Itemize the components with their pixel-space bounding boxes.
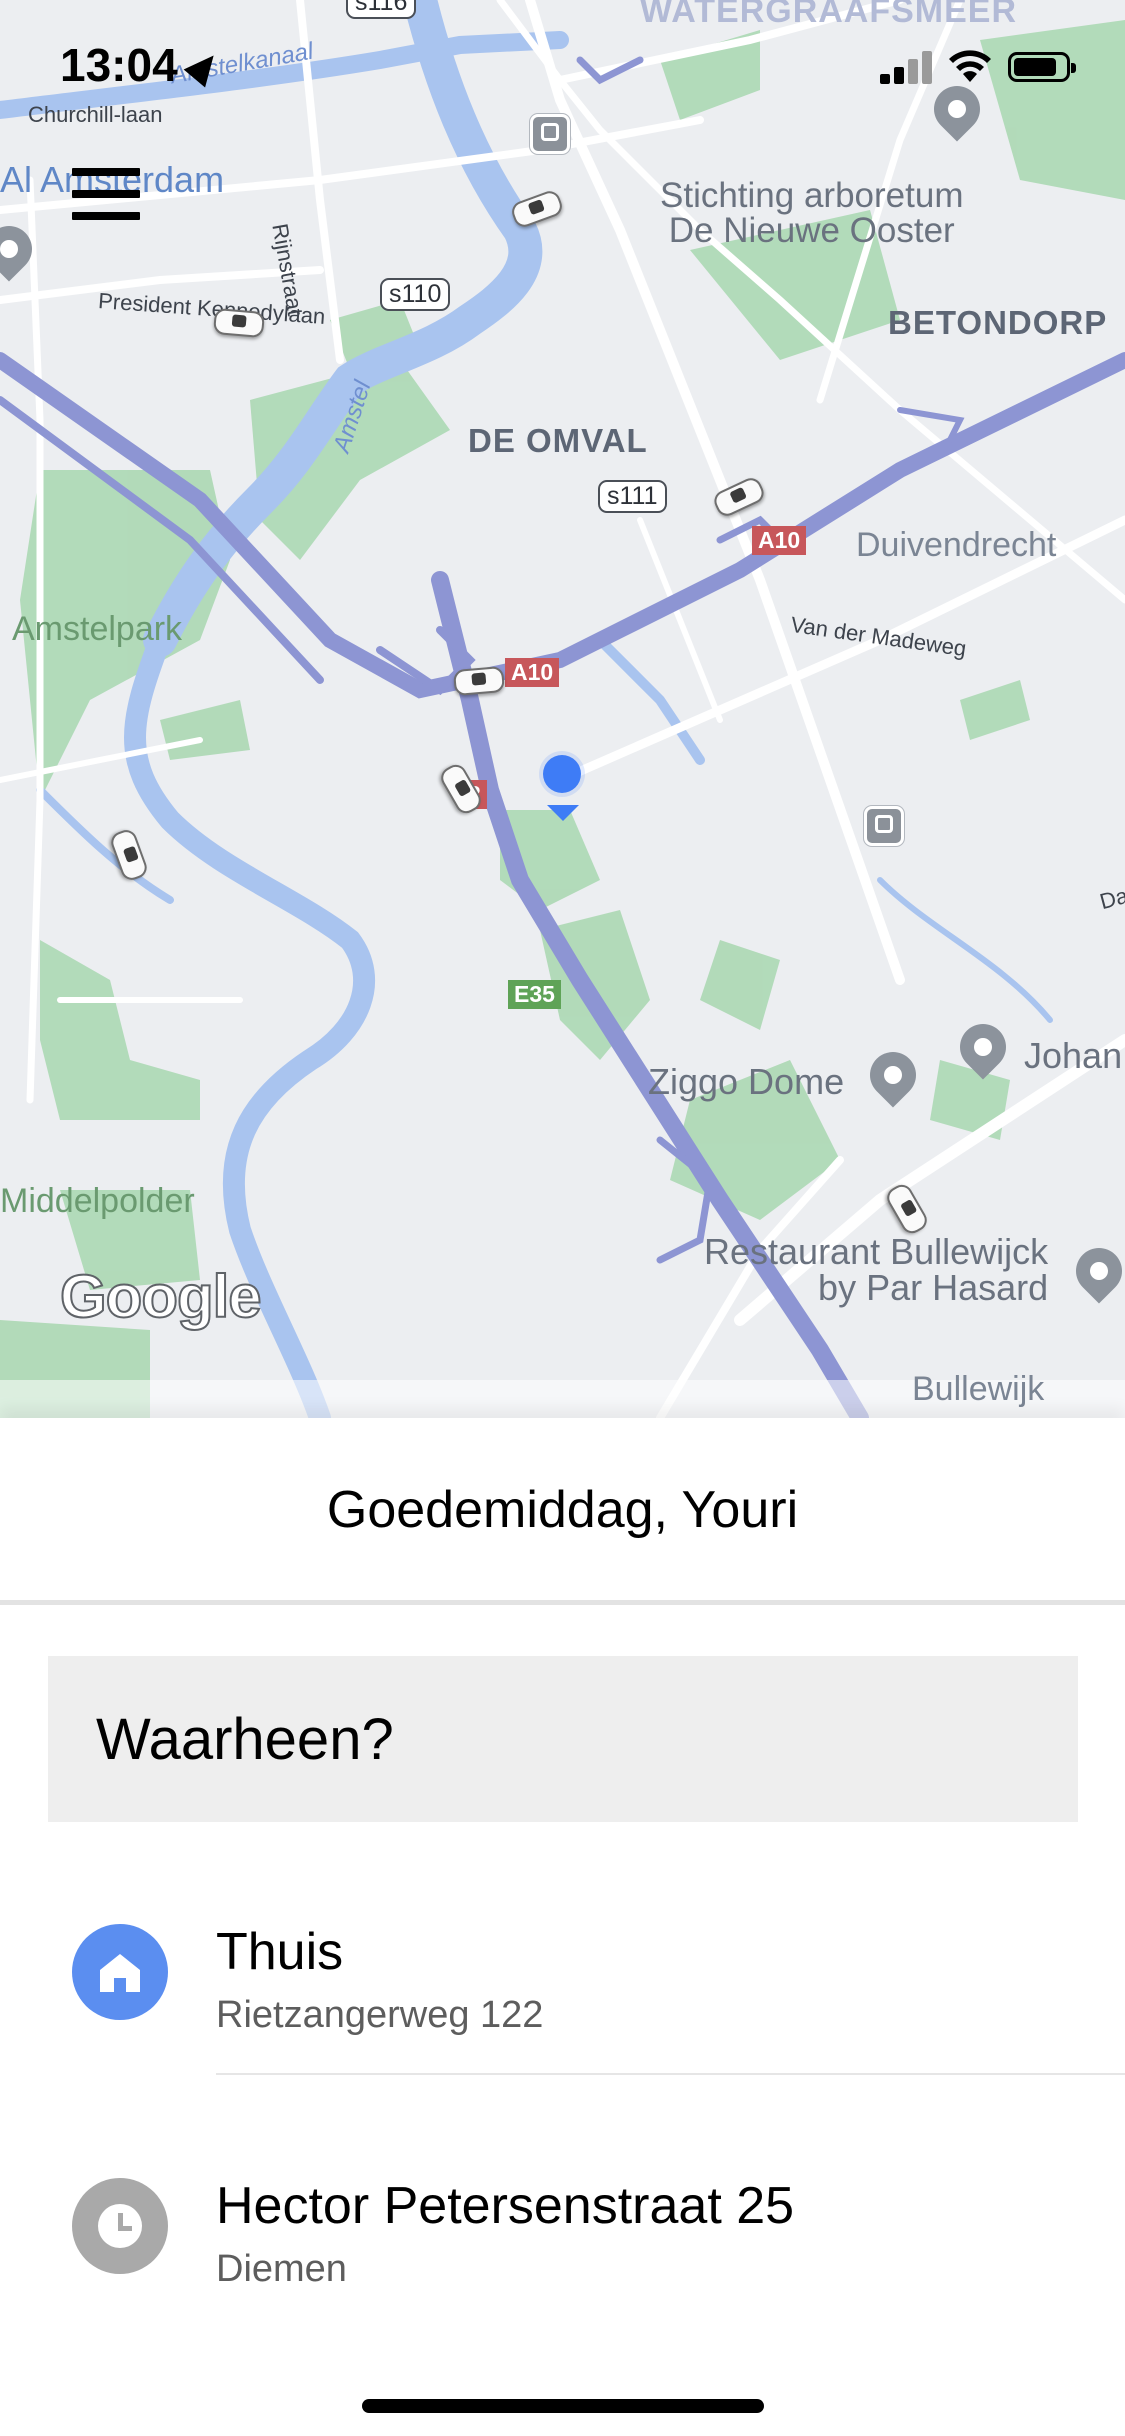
home-indicator[interactable]	[362, 2399, 764, 2413]
road-shield-s111: s111	[598, 480, 667, 513]
destination-search-input[interactable]: Waarheen?	[48, 1656, 1078, 1822]
status-time: 13:04	[60, 39, 178, 91]
wifi-icon	[949, 50, 991, 82]
area-label-duivendrecht: Duivendrecht	[856, 526, 1057, 564]
road-badge-a10-east: A10	[752, 526, 807, 555]
road-shield-s116: s116	[346, 0, 417, 19]
home-icon-circle	[72, 1924, 168, 2020]
place-address: Rietzangerweg 122	[216, 1994, 544, 2036]
heading-arrow-icon	[547, 805, 579, 821]
place-address: Diemen	[216, 2248, 347, 2290]
cellular-signal-icon	[880, 50, 934, 84]
search-placeholder: Waarheen?	[96, 1707, 394, 1772]
train-station-icon[interactable]	[530, 114, 570, 154]
park-label-amstelpark: Amstelpark	[12, 610, 183, 648]
street-label-da: Da	[1097, 882, 1125, 915]
poi-label-ziggo-dome: Ziggo Dome	[648, 1061, 845, 1102]
saved-place-home[interactable]: Thuis Rietzangerweg 122	[0, 1884, 1125, 2094]
place-title: Hector Petersenstraat 25	[216, 2177, 795, 2235]
car-icon	[452, 665, 506, 697]
recent-place[interactable]: Hector Petersenstraat 25 Diemen	[0, 2138, 1125, 2348]
poi-label-restaurant: Restaurant Bullewijck by Par Hasard	[704, 1231, 1049, 1308]
menu-button[interactable]	[72, 168, 140, 224]
clock-icon-circle	[72, 2178, 168, 2274]
menu-icon	[72, 168, 140, 176]
area-label-de-omval: DE OMVAL	[468, 422, 648, 459]
area-label-betondorp: BETONDORP	[888, 304, 1108, 341]
road-shield-s110: s110	[380, 278, 451, 311]
poi-label-arboretum: Stichting arboretum De Nieuwe Ooster	[660, 176, 964, 250]
divider	[0, 1600, 1125, 1605]
bottom-sheet: Goedemiddag, Youri Waarheen? Thuis Rietz…	[0, 1418, 1125, 2436]
train-station-icon[interactable]	[864, 806, 904, 846]
place-title: Thuis	[216, 1923, 344, 1981]
map-view[interactable]: WATERGRAAFSMEER Amstelkanaal Churchill-l…	[0, 0, 1125, 1418]
google-logo: Google	[59, 1262, 263, 1331]
area-label-bullewijk: Bullewijk	[912, 1370, 1045, 1408]
poi-label-johan: Johan	[1024, 1035, 1123, 1076]
car-icon	[212, 307, 266, 339]
battery-icon	[1008, 52, 1076, 82]
divider	[216, 2073, 1125, 2075]
home-icon	[100, 1954, 140, 1992]
area-label-middelpolder: Middelpolder	[0, 1182, 195, 1220]
area-label-watergraafsmeer: WATERGRAAFSMEER	[640, 0, 1018, 30]
current-location-dot	[543, 755, 581, 793]
road-badge-a10: A10	[505, 658, 560, 687]
clock-icon	[98, 2204, 142, 2248]
greeting-text: Goedemiddag, Youri	[326, 1481, 799, 1539]
street-label-churchill: Churchill-laan	[28, 102, 163, 127]
road-badge-e35: E35	[508, 980, 561, 1009]
